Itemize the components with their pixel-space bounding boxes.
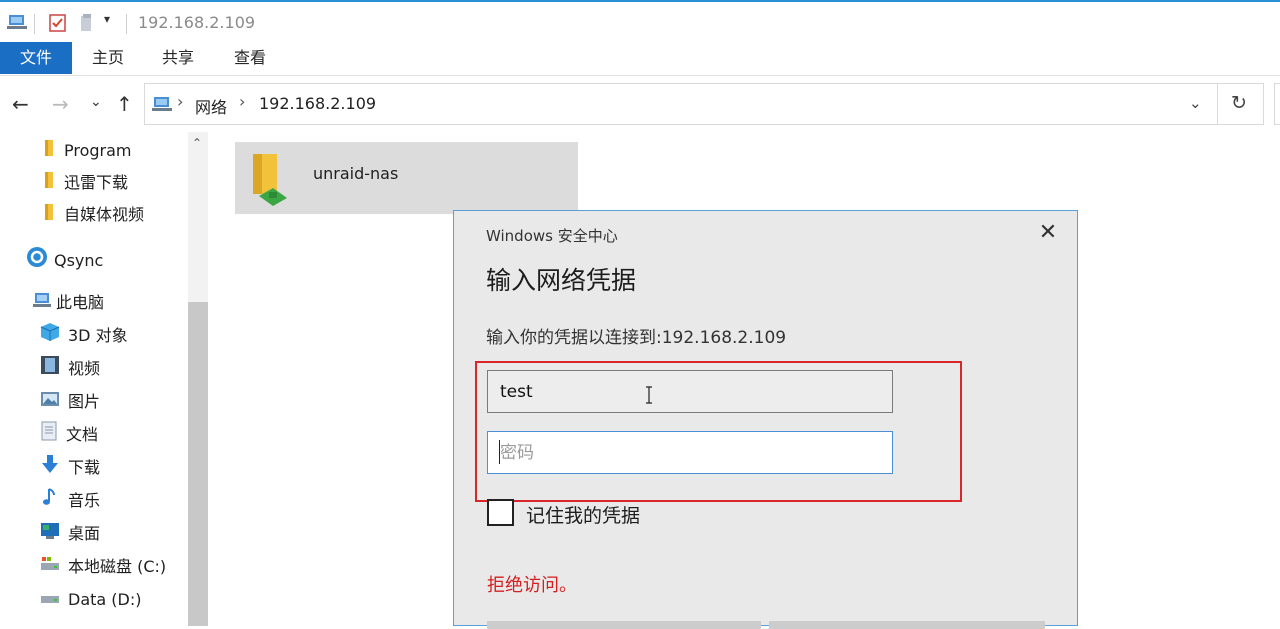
sidebar-item-this-pc[interactable]: 此电脑 xyxy=(32,289,104,317)
customize-toolbar-dropdown-icon[interactable]: ▾ xyxy=(104,12,110,26)
up-arrow-icon[interactable]: ↑ xyxy=(116,92,133,116)
back-arrow-icon[interactable]: ← xyxy=(12,92,29,116)
title-bar: ▾ 192.168.2.109 xyxy=(0,0,1280,42)
cancel-button[interactable] xyxy=(769,621,1045,629)
error-message: 拒绝访问。 xyxy=(487,575,577,596)
network-computer-icon xyxy=(6,12,28,36)
credentials-dialog: Windows 安全中心 ✕ 输入网络凭据 输入你的凭据以连接到:192.168… xyxy=(453,210,1078,629)
sidebar-item-videos[interactable]: 视频 xyxy=(40,355,100,383)
3d-objects-icon xyxy=(40,322,60,351)
sidebar-item-downloads[interactable]: 下载 xyxy=(40,454,100,482)
breadcrumb-network[interactable]: 网络 xyxy=(195,94,227,118)
folder-icon xyxy=(42,202,56,230)
recent-locations-chevron-icon[interactable]: ⌄ xyxy=(90,94,102,110)
sidebar-item-desktop[interactable]: 桌面 xyxy=(40,520,100,548)
network-share-icon xyxy=(243,148,295,212)
sidebar-item-documents[interactable]: 文档 xyxy=(40,421,98,449)
folder-icon xyxy=(42,138,56,166)
scrollbar-thumb[interactable] xyxy=(188,302,208,626)
close-icon[interactable]: ✕ xyxy=(1036,221,1060,245)
forward-arrow-icon[interactable]: → xyxy=(52,92,69,116)
sidebar-item-qsync[interactable]: Qsync xyxy=(26,246,103,274)
sidebar-item-media-videos[interactable]: 自媒体视频 xyxy=(42,201,144,229)
properties-icon[interactable] xyxy=(48,13,68,37)
search-box[interactable] xyxy=(1274,83,1280,125)
dialog-heading: 输入网络凭据 xyxy=(486,266,637,295)
network-icon xyxy=(151,95,173,119)
folder-icon xyxy=(42,170,56,198)
network-share-label: unraid-nas xyxy=(313,164,399,183)
pictures-icon xyxy=(40,389,60,417)
navigation-bar: ← → ⌄ ↑ › 网络 › 192.168.2.109 ⌄ ↻ xyxy=(0,76,1280,132)
documents-icon xyxy=(40,421,58,450)
sidebar-item-music[interactable]: 音乐 xyxy=(40,487,100,515)
refresh-button[interactable]: ↻ xyxy=(1218,83,1264,125)
refresh-icon: ↻ xyxy=(1231,92,1247,114)
drive-icon xyxy=(40,587,60,615)
remember-credentials-label[interactable]: 记住我的凭据 xyxy=(526,501,640,528)
sidebar-item-3d-objects[interactable]: 3D 对象 xyxy=(40,322,128,350)
navigation-pane: Program 迅雷下载 自媒体视频 Qsync 此电脑 3D 对象 视频 图片… xyxy=(0,132,210,626)
password-field[interactable] xyxy=(487,431,893,474)
sidebar-item-local-disk-c[interactable]: 本地磁盘 (C:) xyxy=(40,553,166,581)
network-share-item[interactable]: unraid-nas xyxy=(235,142,578,214)
desktop-icon xyxy=(40,521,60,549)
sidebar-item-xunlei-downloads[interactable]: 迅雷下载 xyxy=(42,169,128,197)
window-title: 192.168.2.109 xyxy=(138,13,256,32)
remember-credentials-checkbox[interactable] xyxy=(487,499,514,526)
breadcrumb-separator-icon[interactable]: › xyxy=(177,92,183,111)
dialog-subtitle: 输入你的凭据以连接到:192.168.2.109 xyxy=(486,328,787,348)
text-caret xyxy=(499,440,500,464)
qsync-icon xyxy=(26,246,48,277)
tab-file[interactable]: 文件 xyxy=(0,42,72,74)
videos-icon xyxy=(40,355,60,384)
address-bar[interactable]: › 网络 › 192.168.2.109 ⌄ xyxy=(144,83,1218,125)
address-history-chevron-icon[interactable]: ⌄ xyxy=(1189,94,1202,112)
tab-home[interactable]: 主页 xyxy=(80,42,136,74)
new-folder-icon[interactable] xyxy=(78,13,96,37)
breadcrumb-host[interactable]: 192.168.2.109 xyxy=(259,94,376,113)
text-cursor-icon xyxy=(645,386,653,404)
username-field[interactable] xyxy=(487,370,893,413)
ribbon-tabs: 文件 主页 共享 查看 xyxy=(0,42,1280,76)
music-icon xyxy=(40,487,60,516)
sidebar-item-program[interactable]: Program xyxy=(42,137,132,165)
downloads-icon xyxy=(40,454,60,483)
tab-view[interactable]: 查看 xyxy=(222,42,278,74)
local-disk-icon xyxy=(40,554,60,582)
dialog-caption: Windows 安全中心 xyxy=(486,227,618,245)
tab-share[interactable]: 共享 xyxy=(150,42,206,74)
sidebar-item-data-d[interactable]: Data (D:) xyxy=(40,586,141,614)
ok-button[interactable] xyxy=(487,621,761,629)
sidebar-scrollbar[interactable]: ⌃ xyxy=(188,132,208,626)
breadcrumb-separator-icon[interactable]: › xyxy=(239,92,245,111)
sidebar-item-pictures[interactable]: 图片 xyxy=(40,388,100,416)
computer-icon xyxy=(32,290,52,318)
scroll-up-chevron-icon[interactable]: ⌃ xyxy=(192,136,202,150)
